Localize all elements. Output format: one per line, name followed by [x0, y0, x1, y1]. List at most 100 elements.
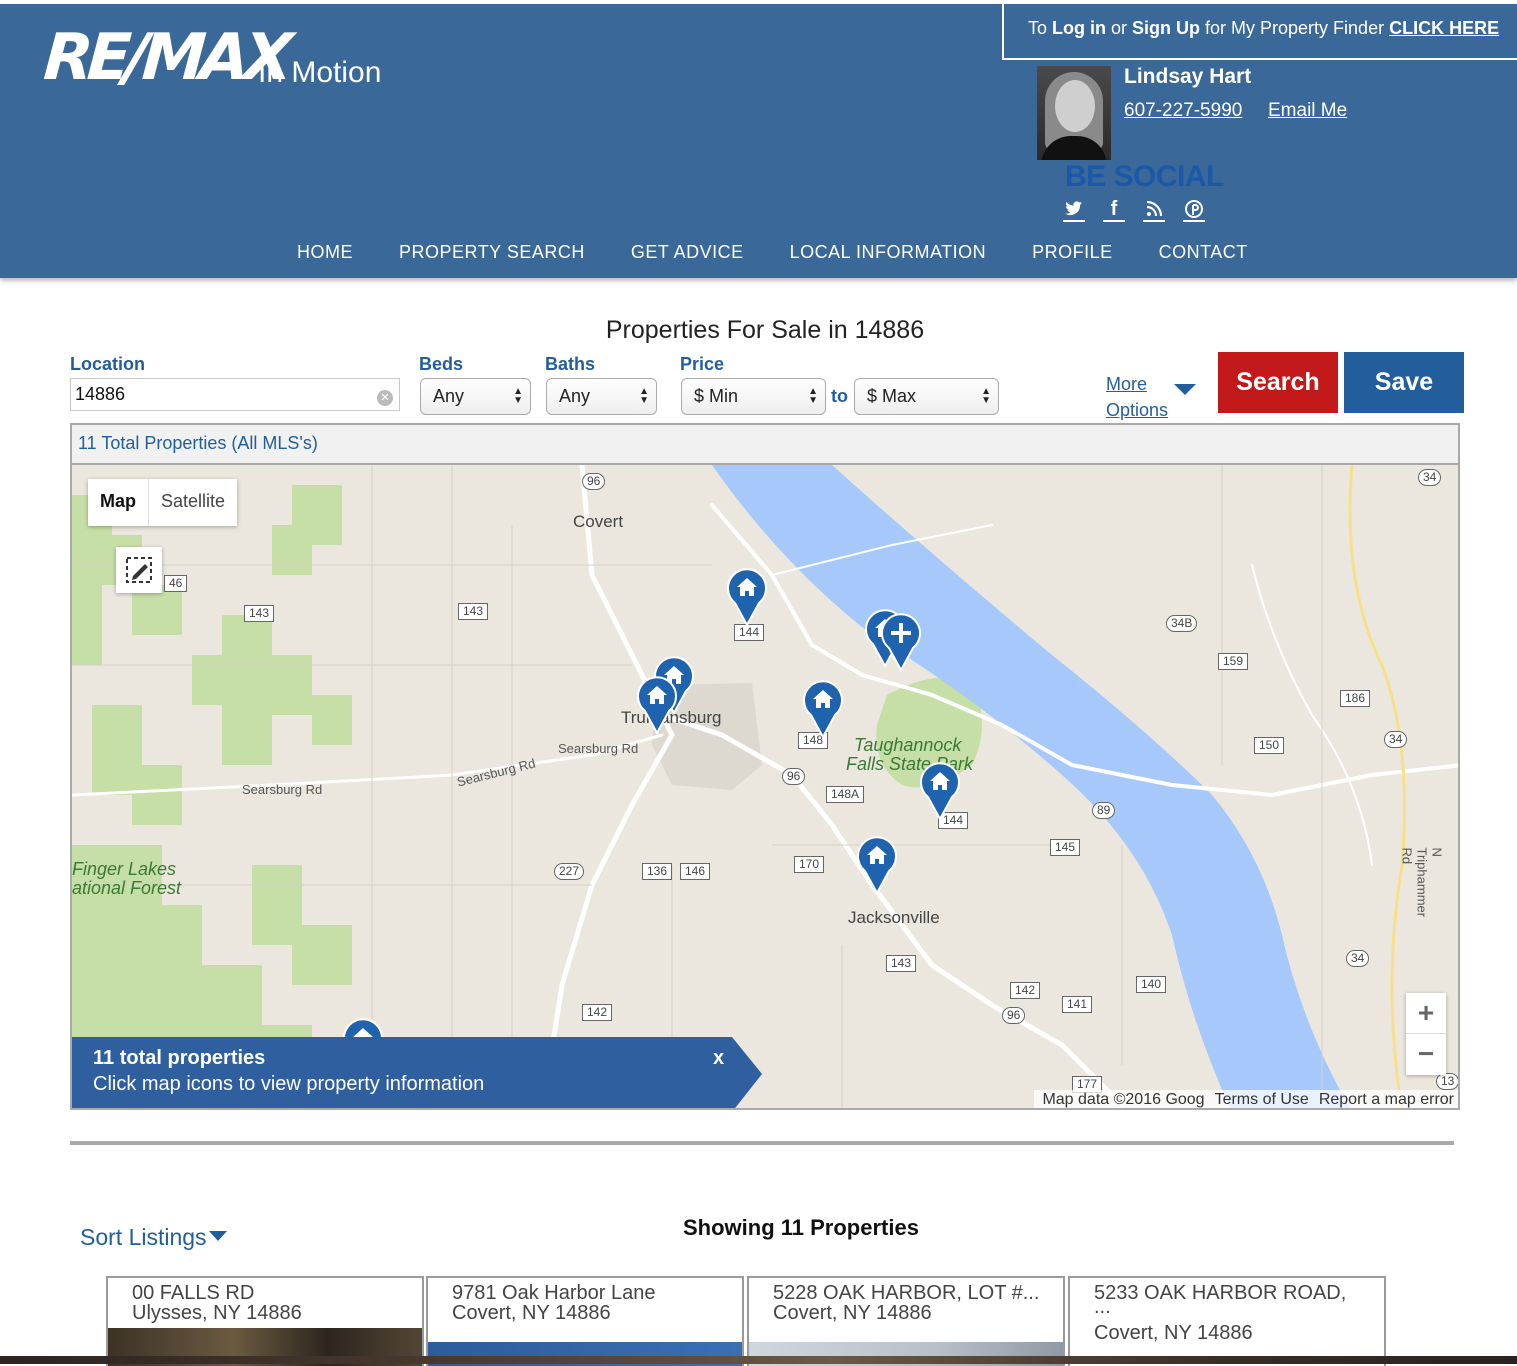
nav-profile[interactable]: PROFILE — [1032, 242, 1113, 263]
nav-property-search[interactable]: PROPERTY SEARCH — [399, 242, 585, 263]
caret-down-icon[interactable] — [1174, 384, 1196, 395]
route-shield: 145 — [1050, 839, 1081, 856]
info-subtitle: Click map icons to view property informa… — [93, 1073, 485, 1095]
route-shield: 148A — [826, 786, 865, 803]
rss-icon[interactable] — [1143, 198, 1165, 222]
pinterest-icon[interactable] — [1183, 198, 1205, 222]
login-link[interactable]: Log in — [1052, 18, 1106, 38]
nav-get-advice[interactable]: GET ADVICE — [631, 242, 744, 263]
listing-card[interactable]: 5233 OAK HARBOR ROAD, ... Covert, NY 148… — [1068, 1276, 1386, 1366]
report-map-error-link[interactable]: Report a map error — [1319, 1091, 1454, 1108]
sort-label: Sort Listings — [80, 1224, 207, 1250]
location-input[interactable] — [70, 378, 400, 411]
listing-address-cont: ... — [1094, 1296, 1111, 1318]
listing-card[interactable]: 5228 OAK HARBOR, LOT #... Covert, NY 148… — [747, 1276, 1065, 1366]
map-type-satellite[interactable]: Satellite — [149, 479, 237, 526]
map-canvas[interactable]: Covert Trumansburg Jacksonville Taughann… — [72, 465, 1458, 1108]
route-shield: 136 — [642, 863, 673, 880]
route-shield: 159 — [1218, 653, 1249, 670]
terms-of-use-link[interactable]: Terms of Use — [1215, 1091, 1309, 1108]
click-here-link[interactable]: CLICK HERE — [1389, 18, 1499, 38]
route-shield: 96 — [1002, 1007, 1026, 1024]
home-marker-icon[interactable] — [802, 679, 844, 740]
place-covert: Covert — [573, 512, 624, 531]
route-shield: 89 — [1092, 802, 1116, 819]
route-shield: 227 — [554, 863, 585, 880]
listing-city: Covert, NY 14886 — [1094, 1322, 1253, 1344]
place-taughannock: Taughannock — [854, 735, 962, 755]
page-title: Properties For Sale in 14886 — [605, 316, 925, 344]
listing-address: 5233 OAK HARBOR ROAD, — [1094, 1282, 1347, 1304]
beds-value: Any — [433, 386, 465, 406]
baths-value: Any — [559, 386, 591, 406]
price-max-select[interactable]: $ Max ▲ ▼ — [854, 378, 999, 415]
facebook-icon[interactable]: f — [1103, 198, 1125, 222]
save-button[interactable]: Save — [1344, 352, 1464, 413]
road-label: N Triphammer Rd — [1399, 847, 1445, 918]
map-data-credit: Map data ©2016 Goog — [1042, 1091, 1205, 1108]
route-shield: 96 — [582, 473, 606, 490]
clear-icon[interactable]: ✕ — [377, 390, 393, 406]
zoom-out-button[interactable]: − — [1406, 1034, 1446, 1075]
map-type-map[interactable]: Map — [88, 479, 149, 526]
map-type-control: Map Satellite — [88, 479, 238, 526]
route-shield: 141 — [1062, 996, 1093, 1013]
listing-city: Covert, NY 14886 — [773, 1302, 932, 1324]
select-arrows-icon: ▲ ▼ — [808, 386, 818, 406]
place-national-forest: ational Forest — [72, 878, 182, 898]
map-attribution: Map data ©2016 Goog Terms of Use Report … — [1034, 1090, 1458, 1108]
place-jacksonville: Jacksonville — [848, 908, 940, 927]
route-shield: 140 — [1136, 976, 1167, 993]
listing-card[interactable]: 00 FALLS RD Ulysses, NY 14886 — [106, 1276, 424, 1366]
agent-email-link[interactable]: Email Me — [1268, 100, 1347, 122]
social-icons: f — [1063, 198, 1205, 222]
zoom-in-button[interactable]: + — [1406, 993, 1446, 1034]
route-shield: 34 — [1418, 469, 1442, 486]
twitter-icon[interactable] — [1063, 198, 1085, 222]
road-label: Searsburg Rd — [242, 782, 323, 797]
beds-select[interactable]: Any ▲ ▼ — [420, 378, 531, 415]
road-label: Searsburg Rd — [558, 741, 639, 756]
listing-photos-strip — [0, 1356, 1517, 1364]
pencil-icon[interactable] — [116, 547, 162, 593]
route-shield: 142 — [582, 1004, 613, 1021]
home-marker-icon[interactable] — [726, 567, 768, 628]
nav-contact[interactable]: CONTACT — [1159, 242, 1248, 263]
login-prefix: To — [1028, 18, 1053, 38]
listing-card[interactable]: 9781 Oak Harbor Lane Covert, NY 14886 — [426, 1276, 744, 1366]
home-marker-icon[interactable] — [636, 675, 678, 736]
close-icon[interactable]: x — [713, 1047, 724, 1070]
site-header: RE/MAX In Motion To Log in or Sign Up fo… — [0, 0, 1517, 278]
route-shield: 143 — [244, 605, 275, 622]
route-shield: 34 — [1384, 731, 1408, 748]
listing-city: Ulysses, NY 14886 — [132, 1302, 302, 1324]
home-marker-icon[interactable] — [919, 761, 961, 822]
home-marker-icon[interactable] — [856, 835, 898, 896]
price-max-value: $ Max — [867, 386, 917, 406]
select-arrows-icon: ▲ ▼ — [981, 386, 991, 406]
agent-phone-link[interactable]: 607-227-5990 — [1124, 100, 1242, 122]
main-nav: HOME PROPERTY SEARCH GET ADVICE LOCAL IN… — [297, 242, 1248, 263]
route-shield: 46 — [164, 575, 188, 592]
baths-select[interactable]: Any ▲ ▼ — [546, 378, 657, 415]
signup-link[interactable]: Sign Up — [1132, 18, 1200, 38]
route-shield: 143 — [886, 955, 917, 972]
more-options-link[interactable]: More Options — [1106, 371, 1168, 423]
price-min-select[interactable]: $ Min ▲ ▼ — [681, 378, 826, 415]
route-shield: 170 — [794, 856, 825, 873]
section-divider — [70, 1141, 1454, 1145]
sort-listings-dropdown[interactable]: Sort Listings — [80, 1224, 227, 1251]
select-arrows-icon: ▲ ▼ — [513, 386, 523, 406]
search-button[interactable]: Search — [1218, 352, 1338, 413]
nav-local-information[interactable]: LOCAL INFORMATION — [790, 242, 987, 263]
showing-count: Showing 11 Properties — [683, 1215, 919, 1240]
zoom-control: + − — [1406, 993, 1446, 1075]
listing-city: Covert, NY 14886 — [452, 1302, 611, 1324]
info-title: 11 total properties — [93, 1047, 266, 1069]
route-shield: 34B — [1166, 615, 1198, 632]
remax-logo[interactable]: RE/MAX In Motion — [41, 21, 381, 95]
cluster-marker-icon[interactable] — [880, 612, 922, 673]
route-shield: 143 — [458, 603, 489, 620]
route-shield: 150 — [1254, 737, 1285, 754]
nav-home[interactable]: HOME — [297, 242, 353, 263]
